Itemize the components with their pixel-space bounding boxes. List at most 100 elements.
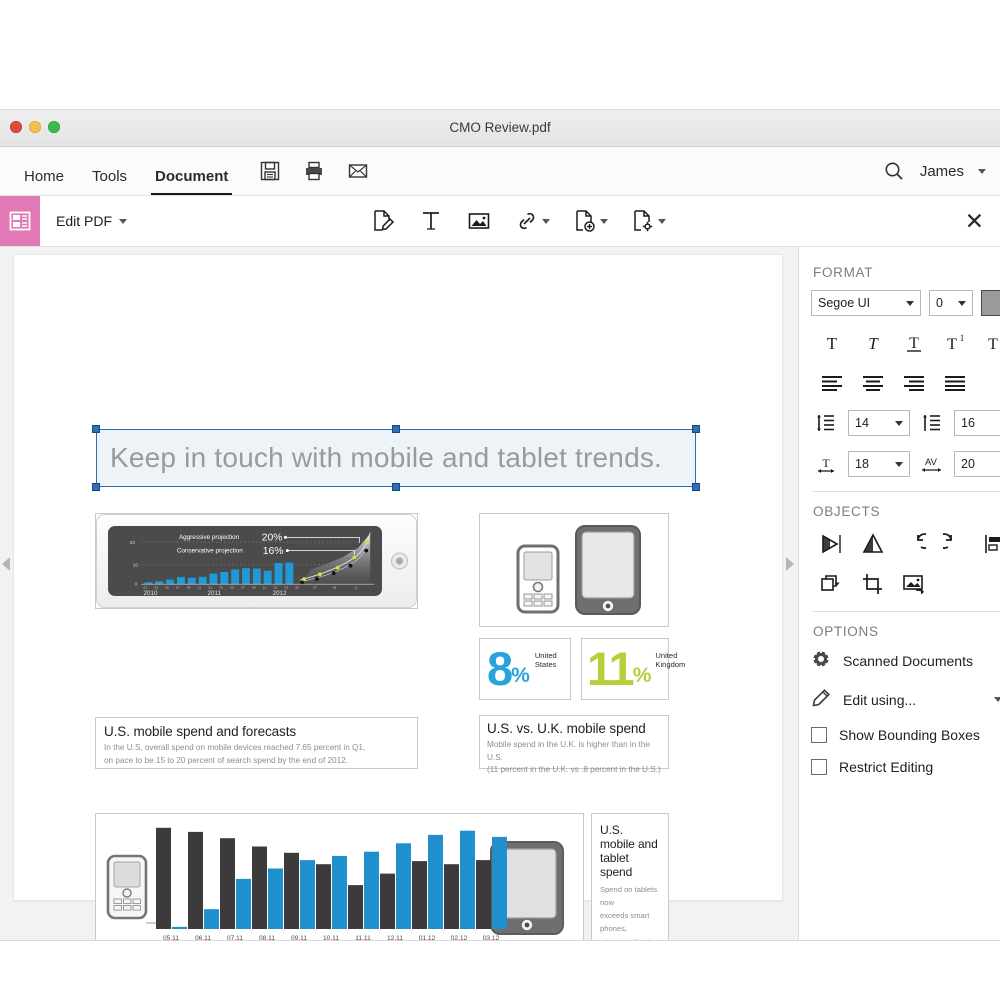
arrange-icon[interactable]	[811, 569, 852, 599]
chevron-down-icon[interactable]	[600, 219, 608, 224]
svg-text:T: T	[868, 334, 879, 353]
alignment-row	[811, 368, 1000, 398]
forecast-chart-svg: 20 10 0	[108, 526, 382, 596]
content-area: Keep in touch with mobile and tablet tre…	[0, 247, 1000, 940]
option-scanned-documents[interactable]: Scanned Documents	[811, 649, 1000, 672]
font-family-select[interactable]: Segoe UI	[811, 290, 921, 316]
horizontal-scale-select[interactable]: 18	[848, 451, 910, 477]
window-controls[interactable]	[10, 121, 60, 133]
font-color-swatch[interactable]	[981, 290, 1000, 316]
uk-percent-sign: %	[633, 664, 652, 688]
edit-text-image-icon[interactable]	[370, 208, 396, 234]
link-icon[interactable]	[514, 208, 550, 234]
chevron-down-icon[interactable]	[542, 219, 550, 224]
phone-icon	[518, 546, 558, 612]
chevron-down-icon[interactable]	[994, 697, 1000, 702]
replace-image-icon[interactable]	[893, 569, 934, 599]
edit-pdf-label: Edit PDF	[56, 213, 112, 229]
option-restrict-editing[interactable]: Restrict Editing	[811, 759, 1000, 775]
font-size-select[interactable]: 0	[929, 290, 973, 316]
paragraph-spacing-select[interactable]: 16	[954, 410, 1000, 436]
user-menu-label[interactable]: James	[920, 163, 964, 180]
options-section-title: OPTIONS	[813, 624, 1000, 639]
underline-icon[interactable]: T	[893, 328, 934, 358]
flip-horizontal-icon[interactable]	[811, 529, 852, 559]
add-image-icon[interactable]	[466, 208, 492, 234]
align-right-icon[interactable]	[893, 368, 934, 398]
page-settings-icon[interactable]	[630, 208, 666, 234]
crop-icon[interactable]	[852, 569, 893, 599]
line-spacing-select[interactable]: 14	[848, 410, 910, 436]
tablet-spend-caption-line2: exceeds smart phones,	[600, 909, 660, 936]
next-page-arrow-icon[interactable]	[786, 557, 794, 571]
bold-icon[interactable]: T	[811, 328, 852, 358]
flip-vertical-icon[interactable]	[852, 529, 893, 559]
minimize-window-button[interactable]	[29, 121, 41, 133]
uk-country-line1: United	[655, 651, 685, 660]
option-show-bounding-boxes[interactable]: Show Bounding Boxes	[811, 727, 1000, 743]
svg-text:11: 11	[263, 585, 267, 589]
italic-icon[interactable]: T	[852, 328, 893, 358]
chevron-down-icon[interactable]	[978, 169, 986, 174]
line-spacing-row: 14 16	[811, 408, 1000, 438]
rotate-counterclockwise-icon[interactable]	[893, 529, 934, 559]
email-icon[interactable]	[346, 159, 370, 183]
us-spend-caption-title: U.S. mobile spend and forecasts	[104, 724, 409, 739]
menu-tabs: Home Tools Document	[0, 147, 242, 195]
previous-page-arrow-icon[interactable]	[2, 557, 10, 571]
resize-handle-top-left[interactable]	[92, 425, 100, 433]
resize-handle-bottom-center[interactable]	[392, 483, 400, 491]
resize-handle-bottom-right[interactable]	[692, 483, 700, 491]
subscript-icon[interactable]: T1	[975, 328, 1000, 358]
mobile-tablet-spend-chart: 05.1106.1107.11 08.1109.1110.11 11.1112.…	[95, 813, 584, 940]
resize-handle-top-center[interactable]	[392, 425, 400, 433]
svg-text:07: 07	[241, 585, 245, 589]
objects-section-title: OBJECTS	[813, 504, 1000, 519]
menu-item-document[interactable]: Document	[141, 157, 242, 195]
save-icon[interactable]	[258, 159, 282, 183]
align-left-icon[interactable]	[811, 368, 852, 398]
search-icon[interactable]	[882, 159, 906, 183]
bar-group	[156, 828, 507, 929]
close-edit-toolbar-button[interactable]: ✕	[965, 210, 984, 233]
chevron-down-icon[interactable]	[119, 219, 127, 224]
rotate-clockwise-icon[interactable]	[934, 529, 975, 559]
option-edit-using[interactable]: Edit using...	[811, 688, 1000, 711]
document-viewer[interactable]: Keep in touch with mobile and tablet tre…	[0, 247, 799, 940]
align-justify-icon[interactable]	[934, 368, 975, 398]
resize-handle-top-right[interactable]	[692, 425, 700, 433]
menu-item-home[interactable]: Home	[10, 157, 78, 195]
title-bar: CMO Review.pdf	[0, 110, 1000, 147]
checkbox-icon[interactable]	[811, 759, 827, 775]
pdf-page[interactable]: Keep in touch with mobile and tablet tre…	[14, 255, 782, 900]
maximize-window-button[interactable]	[48, 121, 60, 133]
align-objects-icon[interactable]	[975, 529, 1000, 559]
close-window-button[interactable]	[10, 121, 22, 133]
chevron-down-icon[interactable]	[895, 421, 903, 426]
tablet-spend-caption-title-line2: tablet spend	[600, 851, 660, 879]
chevron-down-icon[interactable]	[906, 301, 914, 306]
resize-handle-bottom-left[interactable]	[92, 483, 100, 491]
gear-icon	[811, 649, 831, 672]
svg-text:09: 09	[252, 585, 256, 589]
add-page-icon[interactable]	[572, 208, 608, 234]
headline-text-object[interactable]: Keep in touch with mobile and tablet tre…	[96, 429, 696, 487]
edit-pdf-dropdown[interactable]: Edit PDF	[56, 213, 127, 229]
add-text-icon[interactable]	[418, 208, 444, 234]
align-center-icon[interactable]	[852, 368, 893, 398]
print-icon[interactable]	[302, 159, 326, 183]
tablet-spend-caption-line1: Spend on tablets now	[600, 883, 660, 910]
device-illustration-panel	[479, 513, 669, 627]
svg-text:09.11: 09.11	[291, 935, 307, 940]
chevron-down-icon[interactable]	[658, 219, 666, 224]
menu-item-tools[interactable]: Tools	[78, 157, 141, 195]
svg-text:11.11: 11.11	[355, 935, 371, 940]
us-uk-caption: U.S. vs. U.K. mobile spend Mobile spend …	[479, 715, 669, 769]
chevron-down-icon[interactable]	[895, 462, 903, 467]
checkbox-icon[interactable]	[811, 727, 827, 743]
edit-pdf-badge-icon[interactable]	[0, 196, 40, 246]
phone-icon	[108, 856, 156, 923]
chevron-down-icon[interactable]	[958, 301, 966, 306]
superscript-icon[interactable]: T1	[934, 328, 975, 358]
character-spacing-select[interactable]: 20	[954, 451, 1000, 477]
